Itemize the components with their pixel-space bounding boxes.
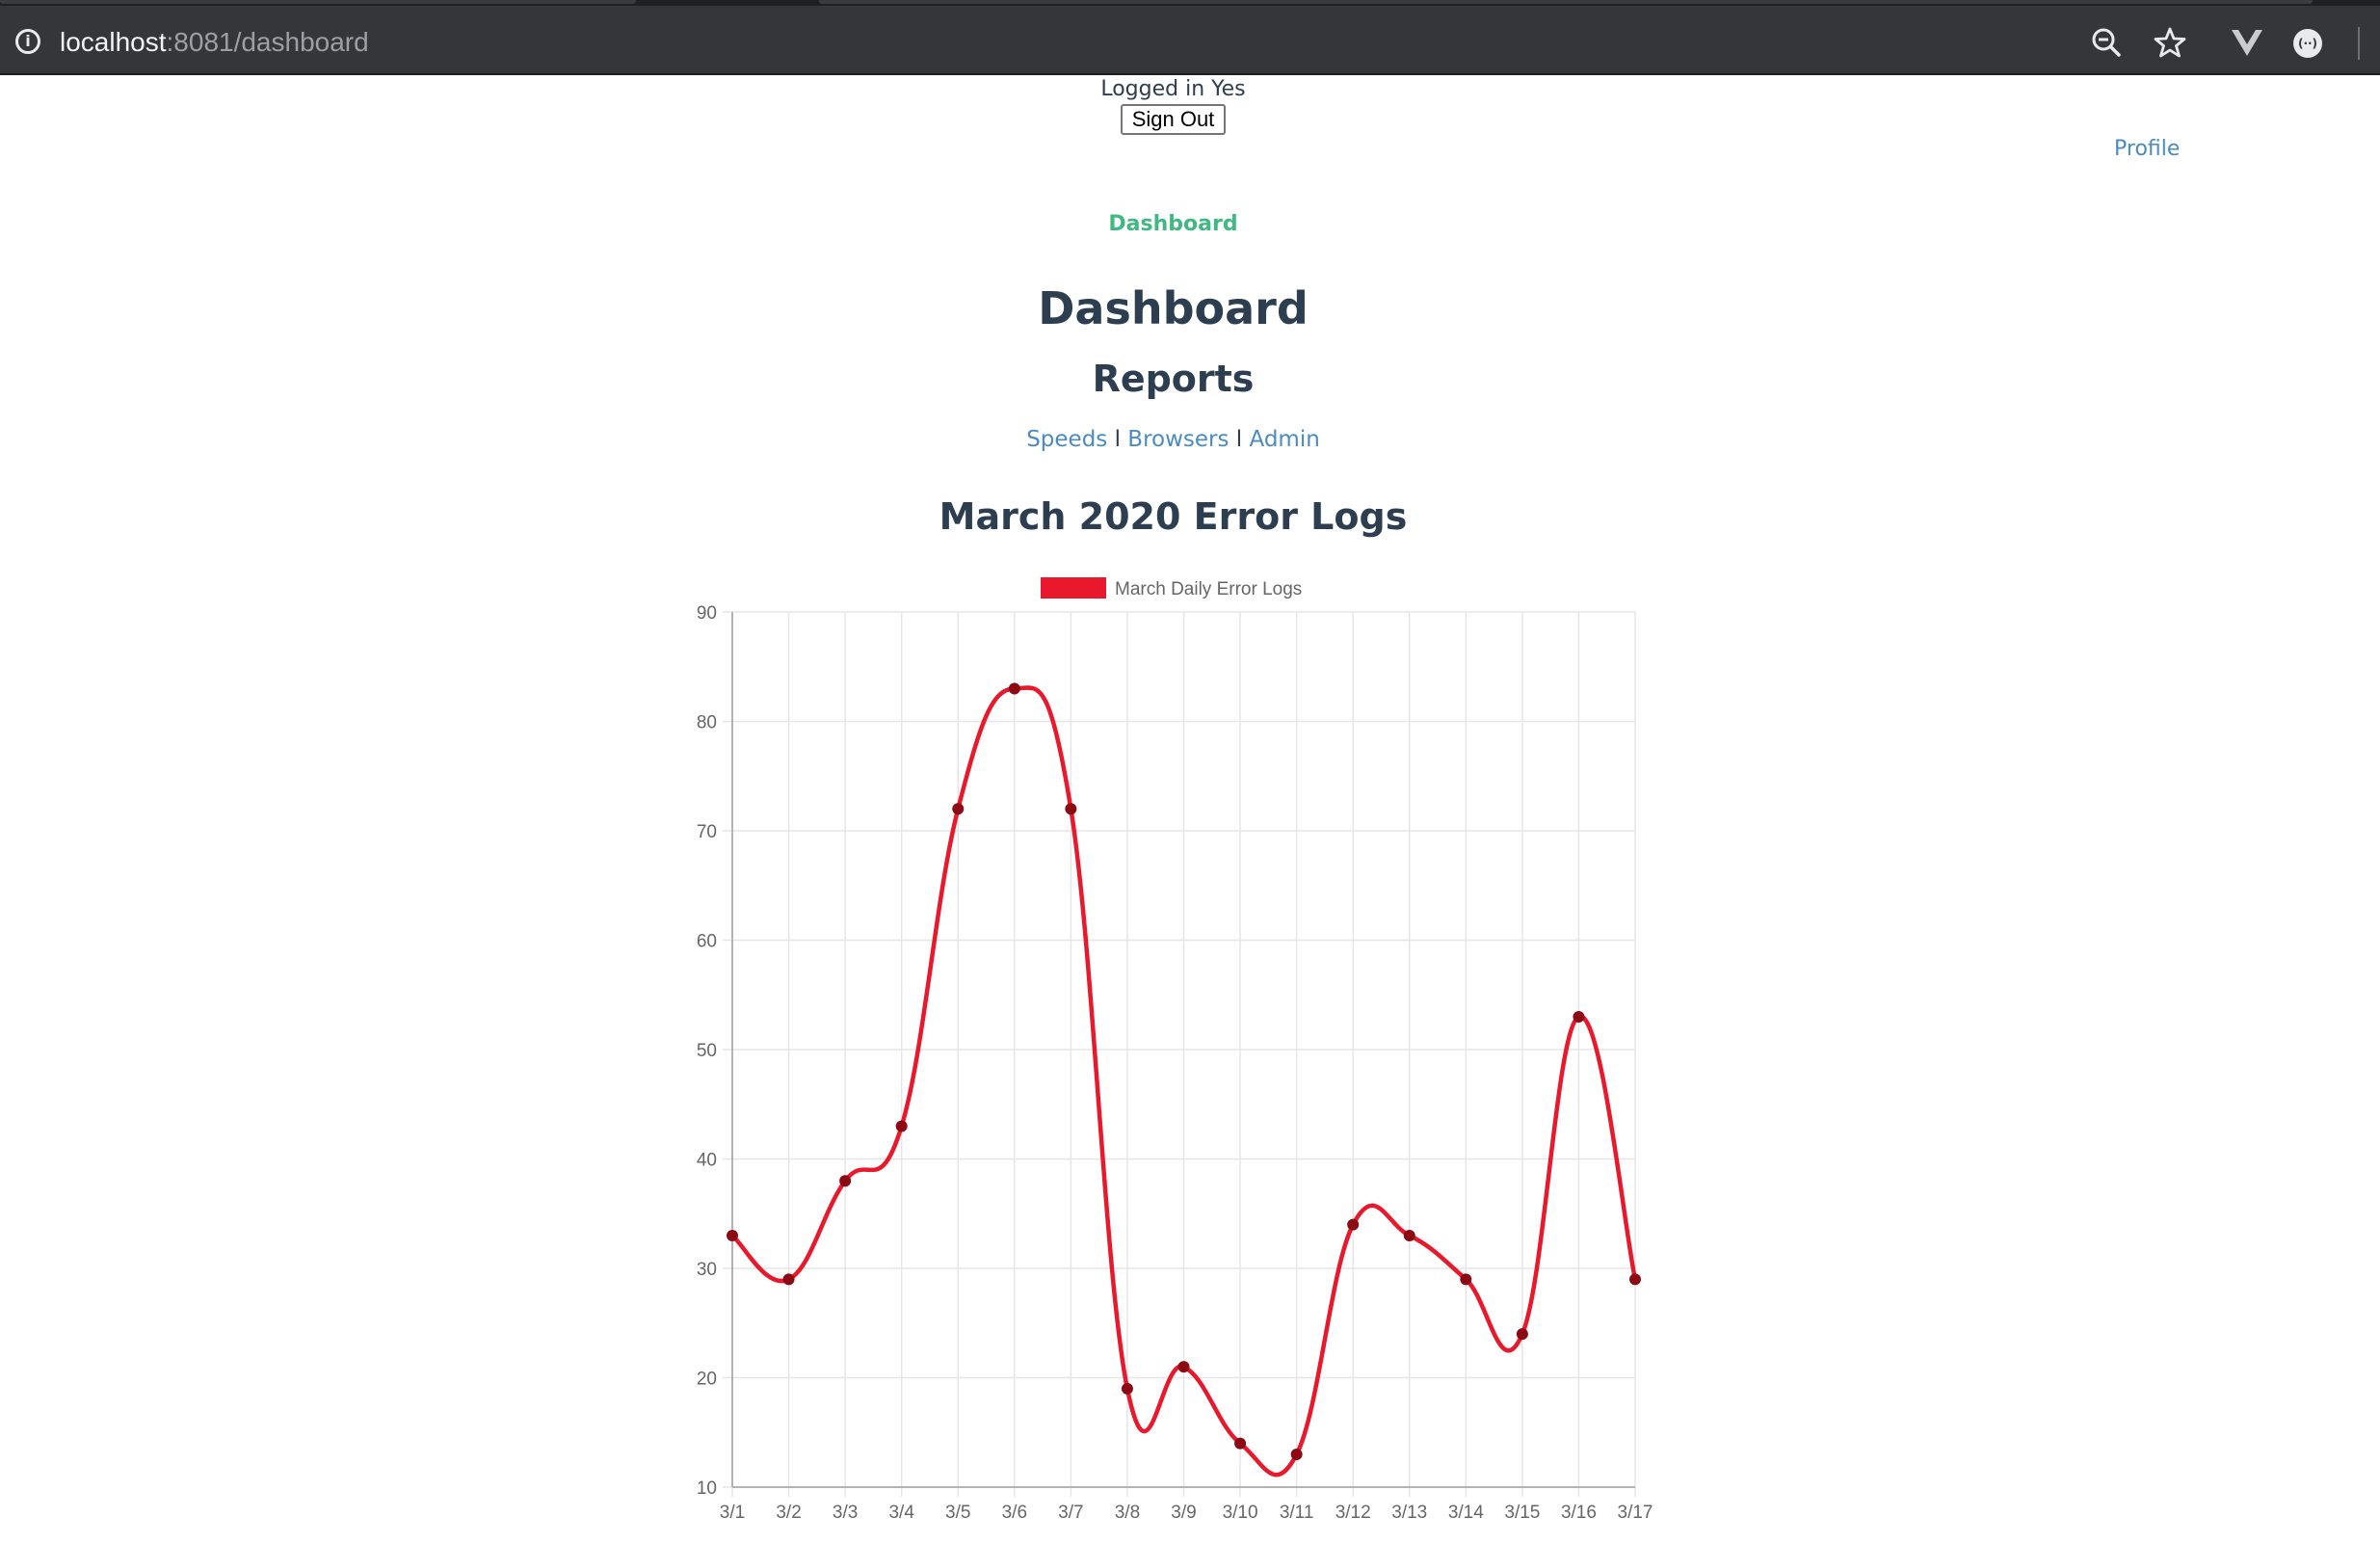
page-content: Logged in Yes Sign Out Profile Dashboard…	[0, 75, 2380, 1544]
data-point	[1460, 1273, 1472, 1286]
data-point	[1290, 1448, 1303, 1460]
x-tick-label: 3/16	[1561, 1503, 1597, 1523]
data-point	[1177, 1361, 1190, 1373]
x-tick-label: 3/3	[833, 1503, 858, 1523]
data-point	[895, 1120, 908, 1132]
x-tick-label: 3/14	[1448, 1503, 1484, 1523]
data-point	[1629, 1273, 1641, 1286]
y-tick-label: 10	[697, 1478, 717, 1499]
tab-inactive[interactable]	[819, 0, 2313, 4]
data-point	[1234, 1437, 1247, 1450]
x-tick-label: 3/1	[720, 1503, 745, 1523]
y-tick-label: 50	[697, 1041, 717, 1061]
error-logs-chart: 10 20 30 40 50 60 70 80 90 3/1 3/2 3/3 3/4 3/5 3/6 3/7…	[697, 577, 1653, 1523]
x-tick-label: 3/5	[945, 1503, 970, 1523]
legend-swatch[interactable]	[1041, 577, 1106, 599]
x-tick-label: 3/2	[776, 1503, 801, 1523]
y-tick-label: 60	[697, 932, 717, 952]
address-bar[interactable]: localhost:8081/dashboard	[60, 25, 369, 60]
x-tick-label: 3/7	[1058, 1503, 1083, 1523]
data-point	[727, 1229, 738, 1241]
data-point	[1008, 682, 1020, 695]
url-host: localhost	[60, 27, 167, 57]
data-point	[782, 1273, 795, 1286]
y-axis-labels: 10 20 30 40 50 60 70 80 90	[697, 603, 717, 1499]
x-tick-label: 3/17	[1618, 1503, 1653, 1523]
x-tick-label: 3/11	[1280, 1503, 1314, 1523]
profile-avatar-icon[interactable]: (··)	[2293, 29, 2322, 58]
y-tick-label: 90	[697, 603, 717, 624]
bookmark-star-icon[interactable]	[2153, 25, 2187, 60]
url-path: :8081/dashboard	[166, 27, 369, 57]
data-point	[1065, 803, 1077, 815]
data-point	[952, 803, 965, 815]
x-tick-label: 3/12	[1335, 1503, 1371, 1523]
legend-label[interactable]: March Daily Error Logs	[1115, 579, 1302, 599]
y-tick-label: 20	[697, 1370, 717, 1390]
chart-legend: March Daily Error Logs	[1041, 577, 1302, 599]
x-tick-label: 3/9	[1171, 1503, 1196, 1523]
data-point	[1573, 1010, 1585, 1023]
y-tick-label: 70	[697, 822, 717, 842]
browser-toolbar: i localhost:8081/dashboard (··)	[0, 6, 2380, 75]
x-tick-label: 3/13	[1391, 1503, 1427, 1523]
data-point	[839, 1175, 852, 1187]
y-tick-label: 40	[697, 1151, 717, 1171]
data-point	[1347, 1218, 1360, 1231]
x-axis-labels: 3/1 3/2 3/3 3/4 3/5 3/6 3/7 3/8 3/9 3/10 3/11 3/12 3…	[720, 1503, 1653, 1523]
data-point	[1516, 1328, 1528, 1341]
zoom-icon[interactable]	[2089, 25, 2124, 60]
x-tick-label: 3/15	[1504, 1503, 1540, 1523]
y-tick-label: 80	[697, 713, 717, 733]
x-tick-label: 3/4	[888, 1503, 914, 1523]
x-tick-label: 3/6	[1002, 1503, 1027, 1523]
toolbar-divider	[2358, 27, 2360, 60]
x-tick-label: 3/8	[1115, 1503, 1140, 1523]
vue-devtools-icon[interactable]	[2230, 25, 2264, 60]
y-tick-label: 30	[697, 1260, 717, 1280]
x-tick-label: 3/10	[1223, 1503, 1258, 1523]
info-icon[interactable]: i	[15, 29, 40, 54]
data-point	[1121, 1382, 1133, 1395]
tab-inactive[interactable]	[0, 0, 636, 4]
data-point	[1403, 1229, 1415, 1241]
